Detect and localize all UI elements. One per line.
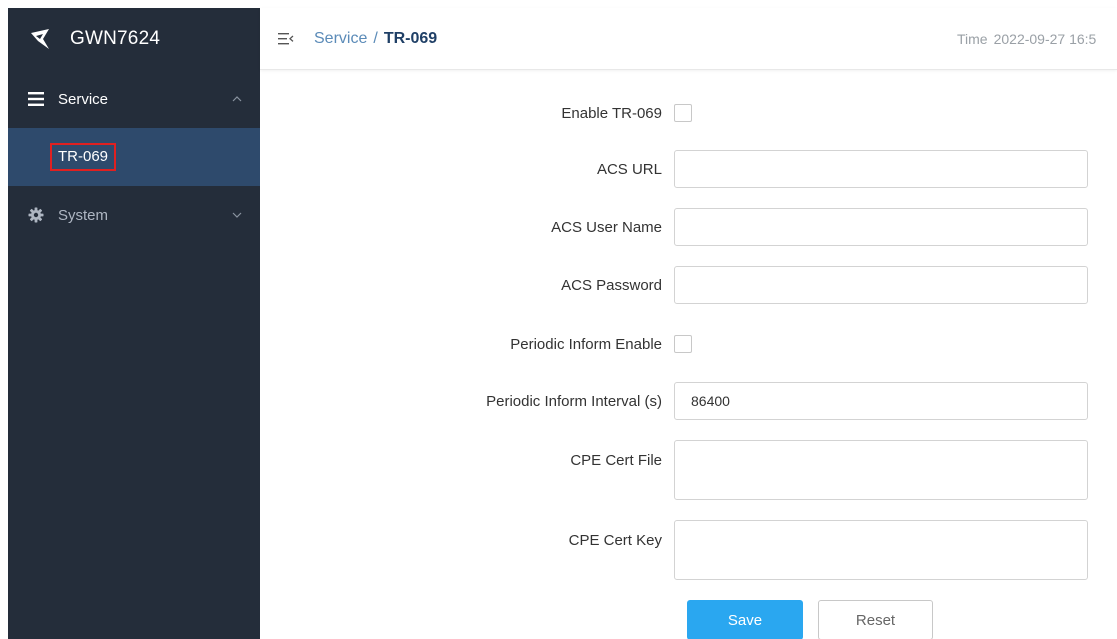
grandstream-logo-icon [31,29,49,49]
acs-password-field[interactable] [674,266,1088,304]
sidebar-group-label: System [58,206,109,224]
enable-tr069-row: Enable TR-069 [260,100,1117,126]
sidebar-group-system[interactable]: System [8,186,260,244]
gear-icon [28,207,44,223]
sidebar-group-label: Service [58,90,109,108]
breadcrumb-separator: / [373,29,378,47]
periodic-inform-interval-label: Periodic Inform Interval (s) [486,392,662,410]
cpe-cert-file-textarea[interactable] [674,440,1088,500]
chevron-down-icon [232,210,242,220]
enable-tr069-label: Enable TR-069 [561,104,662,122]
acs-user-name-row: ACS User Name [260,208,1117,246]
sidebar-item-tr069[interactable]: TR-069 [8,128,260,186]
acs-password-label: ACS Password [561,276,662,294]
time-label: Time [957,31,988,47]
periodic-inform-interval-field[interactable]: 86400 [674,382,1088,420]
acs-password-row: ACS Password [260,266,1117,304]
menu-icon [28,91,44,107]
cpe-cert-key-row: CPE Cert Key [260,520,1117,580]
sidebar: GWN7624 Service TR-069 System [8,8,260,639]
enable-tr069-checkbox[interactable] [674,104,692,122]
tr069-form: Enable TR-069 ACS URL ACS User Name ACS … [260,70,1117,639]
sidebar-item-label: TR-069 [50,143,117,171]
reset-button[interactable]: Reset [818,600,933,639]
breadcrumb-parent[interactable]: Service [314,30,367,48]
acs-url-label: ACS URL [596,160,662,178]
periodic-inform-enable-checkbox[interactable] [674,335,692,353]
time-display: Time 2022-09-27 16:5 [957,8,1117,70]
periodic-inform-enable-label: Periodic Inform Enable [510,335,662,353]
periodic-inform-interval-row: Periodic Inform Interval (s) 86400 [260,382,1117,420]
cpe-cert-key-label: CPE Cert Key [568,532,662,549]
collapse-menu-icon[interactable] [278,32,294,46]
cpe-cert-file-label: CPE Cert File [570,452,662,469]
acs-user-name-label: ACS User Name [551,218,662,236]
periodic-inform-enable-row: Periodic Inform Enable [260,331,1117,357]
cpe-cert-key-textarea[interactable] [674,520,1088,580]
top-header: Service / TR-069 Time 2022-09-27 16:5 [260,8,1117,70]
chevron-up-icon [232,94,242,104]
acs-url-field[interactable] [674,150,1088,188]
sidebar-group-service[interactable]: Service [8,70,260,128]
acs-url-row: ACS URL [260,150,1117,188]
time-value: 2022-09-27 16:5 [993,31,1097,47]
brand-name: GWN7624 [70,28,161,49]
cpe-cert-file-row: CPE Cert File [260,440,1117,500]
breadcrumb-current: TR-069 [383,29,438,47]
brand[interactable]: GWN7624 [8,8,260,70]
top-edge [0,0,1117,8]
save-button[interactable]: Save [687,600,803,639]
acs-user-name-field[interactable] [674,208,1088,246]
